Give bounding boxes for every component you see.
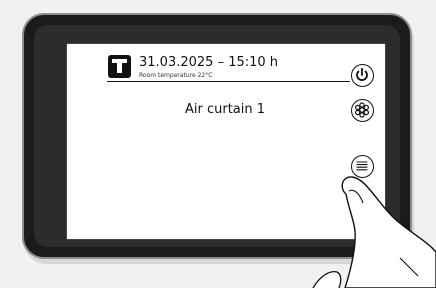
touch-screen: 31.03.2025 – 15:10 h Room temperature 22… — [66, 43, 386, 240]
brand-logo-icon — [108, 55, 131, 78]
power-icon — [356, 67, 368, 81]
info-icon — [360, 199, 364, 211]
fan-button[interactable] — [351, 99, 374, 122]
control-panel-device: 31.03.2025 – 15:10 h Room temperature 22… — [22, 13, 412, 259]
menu-button[interactable] — [351, 155, 374, 178]
date-time: 31.03.2025 – 15:10 h — [139, 55, 279, 70]
room-temperature: Room temperature 22°C — [139, 72, 213, 79]
info-button[interactable] — [351, 194, 374, 217]
device-title: Air curtain 1 — [185, 102, 266, 117]
menu-lines-icon — [356, 161, 368, 171]
snowflake-fan-icon — [354, 102, 370, 118]
header-divider — [107, 81, 350, 82]
power-button[interactable] — [351, 64, 374, 87]
